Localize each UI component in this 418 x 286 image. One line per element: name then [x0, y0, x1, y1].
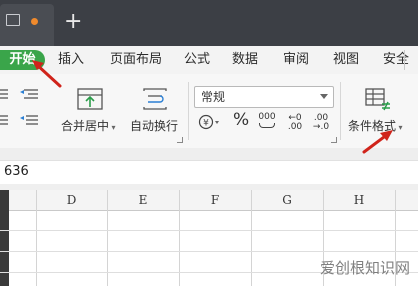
annotation-arrow-icon: [32, 60, 62, 88]
wrap-text-button[interactable]: 自动换行: [130, 117, 178, 134]
decrease-decimal-button[interactable]: .00 →.0: [311, 114, 331, 132]
tab-formulas[interactable]: 公式: [184, 46, 210, 74]
chevron-down-icon: [320, 94, 328, 99]
unsaved-dot-icon: [31, 18, 38, 25]
thousands-label: 000: [258, 112, 276, 122]
tab-review[interactable]: 审阅: [283, 46, 309, 74]
annotation-arrow-icon: [362, 130, 393, 154]
chevron-down-icon: ▾: [396, 123, 403, 132]
column-header-g[interactable]: G: [251, 190, 323, 211]
align-icons[interactable]: [0, 86, 40, 130]
decrease-decimal-bottom: →.0: [312, 122, 330, 132]
title-bar: [0, 0, 418, 46]
percent-button[interactable]: %: [233, 110, 249, 130]
ribbon-bottom-gap: [0, 148, 418, 160]
merge-center-icon: [77, 88, 103, 110]
ribbon-group-divider: [188, 82, 189, 140]
number-format-select[interactable]: 常规: [194, 86, 334, 108]
watermark: 爱创根知识网: [319, 259, 410, 277]
tab-page-layout[interactable]: 页面布局: [110, 46, 162, 74]
number-format-dialog-launcher[interactable]: [331, 137, 337, 143]
monitor-icon: [6, 14, 20, 26]
new-tab-button[interactable]: +: [64, 9, 82, 35]
cell-reference[interactable]: 636: [4, 160, 29, 184]
column-header-f[interactable]: F: [179, 190, 251, 211]
column-header-h[interactable]: H: [323, 190, 395, 211]
alignment-dialog-launcher[interactable]: [177, 137, 183, 143]
increase-decimal-button[interactable]: ←0 .00: [285, 114, 305, 132]
ribbon-group-divider: [340, 82, 341, 140]
wrap-text-icon: [143, 88, 167, 110]
conditional-format-icon: [365, 88, 390, 111]
chevron-down-icon: ▾: [109, 123, 116, 132]
tab-security[interactable]: 安全: [383, 46, 409, 74]
thousands-button[interactable]: 000: [258, 113, 276, 128]
column-header-partial[interactable]: [395, 190, 418, 211]
column-header-partial[interactable]: [9, 190, 36, 211]
tab-view[interactable]: 视图: [333, 46, 359, 74]
formula-bar[interactable]: [0, 160, 418, 186]
merge-center-label: 合并居中: [61, 119, 110, 133]
tab-data[interactable]: 数据: [232, 46, 258, 74]
tab-divider: [404, 50, 405, 70]
increase-decimal-bottom: .00: [287, 122, 303, 132]
svg-text:¥: ¥: [203, 119, 209, 129]
number-format-value: 常规: [201, 90, 226, 104]
column-header-d[interactable]: D: [36, 190, 107, 211]
merge-center-button[interactable]: 合并居中 ▾: [61, 117, 116, 134]
column-header-e[interactable]: E: [107, 190, 179, 211]
currency-button[interactable]: ¥: [198, 114, 222, 130]
